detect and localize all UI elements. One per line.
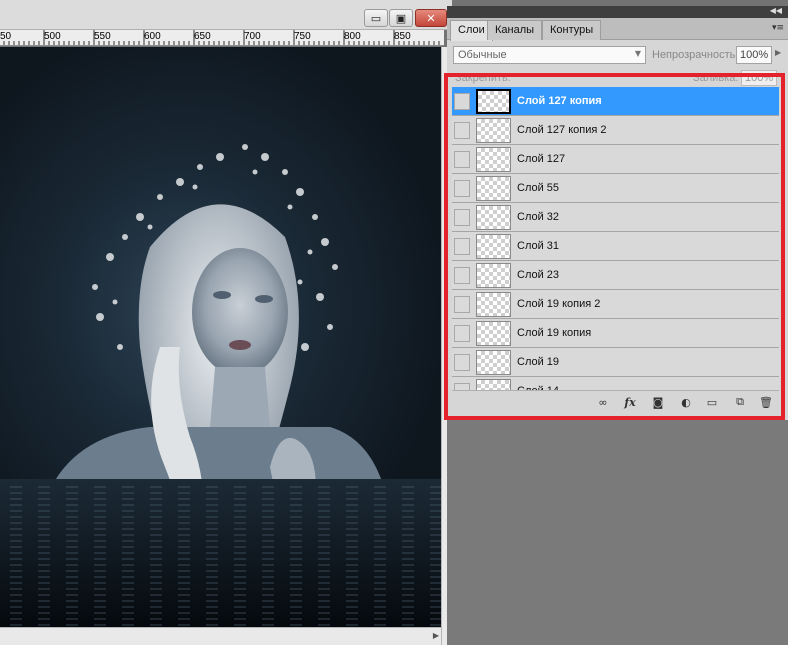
opacity-label: Непрозрачность: — [652, 49, 739, 61]
blend-mode-select[interactable]: Обычные ▼ — [453, 46, 646, 64]
blend-row: Обычные ▼ Непрозрачность: 100% ▶ — [453, 46, 783, 66]
panel-tabs: Слои Каналы Контуры ▾≡ — [447, 18, 788, 41]
collapse-panel-icon[interactable]: ◀◀ — [770, 6, 782, 15]
opacity-field[interactable]: 100% — [736, 46, 772, 64]
minimize-button[interactable]: ▭ — [364, 9, 388, 27]
horizontal-scrollbar[interactable]: ▶ — [0, 627, 441, 645]
document-titlebar: ▭ ▣ ✕ — [0, 0, 452, 30]
photoshop-workspace: ▭ ▣ ✕ 50 500 550 600 650 700 750 800 850 — [0, 0, 788, 645]
panel-header-strip: ◀◀ — [447, 6, 788, 18]
ruler-label: 50 — [0, 31, 12, 42]
ruler-label: 650 — [194, 31, 211, 42]
ruler-label: 800 — [344, 31, 361, 42]
artwork-image — [0, 144, 441, 627]
ruler-label: 850 — [394, 31, 411, 42]
close-button[interactable]: ✕ — [415, 9, 447, 27]
ruler-label: 600 — [144, 31, 161, 42]
panel-empty-area — [447, 420, 788, 645]
ruler-label: 500 — [44, 31, 61, 42]
ruler-label: 750 — [294, 31, 311, 42]
opacity-arrow-icon[interactable]: ▶ — [775, 48, 781, 57]
ruler-label: 700 — [244, 31, 261, 42]
panel-menu-icon[interactable]: ▾≡ — [772, 23, 784, 33]
ruler-ticks — [3, 30, 440, 45]
red-highlight-frame — [444, 73, 785, 420]
ruler-label: 550 — [94, 31, 111, 42]
maximize-button[interactable]: ▣ — [389, 9, 413, 27]
blend-mode-value: Обычные — [458, 49, 507, 61]
horizontal-ruler: 50 500 550 600 650 700 750 800 850 — [0, 30, 444, 46]
scroll-right-icon[interactable]: ▶ — [433, 631, 439, 640]
chevron-down-icon: ▼ — [634, 49, 641, 58]
document-canvas[interactable] — [0, 47, 441, 627]
tab-paths[interactable]: Контуры — [542, 20, 602, 40]
tab-channels[interactable]: Каналы — [487, 20, 543, 40]
